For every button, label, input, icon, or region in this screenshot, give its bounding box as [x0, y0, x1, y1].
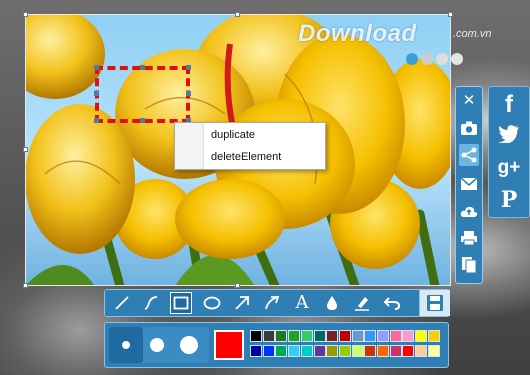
google-plus-icon[interactable]: g+	[489, 157, 529, 179]
undo-icon[interactable]	[381, 292, 403, 314]
watermark-dot	[451, 53, 463, 65]
watermark-text: Download	[298, 20, 417, 47]
color-swatch[interactable]	[275, 345, 288, 357]
curve-tool-icon[interactable]	[140, 292, 162, 314]
color-swatch[interactable]	[402, 345, 415, 357]
line-tool-icon[interactable]	[111, 292, 133, 314]
text-tool-icon[interactable]: A	[291, 292, 313, 314]
ellipse-tool-icon[interactable]	[201, 292, 223, 314]
watermark-domain: .com.vn	[453, 28, 492, 40]
color-swatch[interactable]	[338, 330, 351, 342]
color-swatch[interactable]	[389, 345, 402, 357]
drawn-rectangle[interactable]	[94, 65, 191, 123]
facebook-icon[interactable]: f	[489, 91, 529, 119]
brush-size-large[interactable]	[180, 336, 198, 354]
color-swatch[interactable]	[313, 330, 326, 342]
blur-drop-tool-icon[interactable]	[321, 292, 343, 314]
color-swatch[interactable]	[250, 345, 262, 357]
pinterest-icon[interactable]: P	[489, 187, 529, 213]
color-swatch[interactable]	[326, 330, 339, 342]
resize-handle[interactable]	[23, 147, 28, 152]
email-icon[interactable]	[459, 173, 479, 195]
arrow-tool-icon[interactable]	[231, 292, 253, 314]
color-swatch[interactable]	[262, 345, 275, 357]
save-button[interactable]	[419, 290, 450, 316]
rect-handle[interactable]	[94, 118, 99, 123]
rect-handle[interactable]	[94, 91, 99, 96]
rect-handle[interactable]	[186, 65, 191, 70]
copy-icon[interactable]	[459, 254, 479, 276]
color-swatch[interactable]	[288, 330, 301, 342]
upload-cloud-icon[interactable]	[459, 200, 479, 222]
share-panel: f g+ P	[488, 86, 530, 218]
menu-item-duplicate[interactable]: duplicate	[211, 129, 255, 141]
brush-size-medium[interactable]	[150, 338, 164, 352]
color-swatch[interactable]	[427, 345, 440, 357]
color-swatch[interactable]	[300, 345, 313, 357]
color-swatch[interactable]	[364, 345, 377, 357]
rect-handle[interactable]	[140, 65, 145, 70]
brush-size-small[interactable]	[122, 341, 130, 349]
color-swatch[interactable]	[338, 345, 351, 357]
rect-handle[interactable]	[186, 91, 191, 96]
color-swatch[interactable]	[377, 345, 389, 357]
resize-handle[interactable]	[235, 12, 240, 17]
watermark-dot	[406, 53, 418, 65]
watermark-dot	[436, 53, 448, 65]
color-swatch[interactable]	[377, 330, 389, 342]
color-swatch[interactable]	[300, 330, 313, 342]
color-swatch[interactable]	[351, 345, 364, 357]
side-toolbar: ✕	[455, 86, 483, 284]
camera-icon[interactable]	[459, 117, 479, 139]
color-swatch[interactable]	[288, 345, 301, 357]
color-swatch[interactable]	[326, 345, 339, 357]
color-swatch[interactable]	[389, 330, 402, 342]
color-swatch[interactable]	[415, 345, 428, 357]
resize-handle[interactable]	[23, 283, 28, 288]
watermark-dot	[421, 53, 433, 65]
color-swatch[interactable]	[275, 330, 288, 342]
current-color-swatch[interactable]	[214, 330, 244, 360]
resize-handle[interactable]	[448, 12, 453, 17]
print-icon[interactable]	[459, 227, 479, 249]
menu-gutter	[175, 123, 204, 169]
color-palette	[104, 322, 449, 368]
color-swatch[interactable]	[262, 330, 275, 342]
menu-item-delete-element[interactable]: deleteElement	[211, 151, 281, 163]
rect-handle[interactable]	[140, 118, 145, 123]
marker-tool-icon[interactable]	[351, 292, 373, 314]
color-swatch[interactable]	[415, 330, 428, 342]
save-icon	[427, 295, 443, 311]
color-swatch[interactable]	[313, 345, 326, 357]
close-icon[interactable]: ✕	[459, 90, 479, 112]
resize-handle[interactable]	[23, 12, 28, 17]
color-swatches	[250, 330, 442, 360]
color-swatch[interactable]	[351, 330, 364, 342]
color-swatch[interactable]	[402, 330, 415, 342]
curved-arrow-tool-icon[interactable]	[261, 292, 283, 314]
rectangle-tool-icon[interactable]	[170, 292, 192, 314]
rect-handle[interactable]	[94, 65, 99, 70]
draw-toolbar: A	[104, 289, 450, 317]
watermark-dots	[406, 52, 466, 70]
context-menu: duplicate deleteElement	[174, 122, 326, 170]
resize-handle[interactable]	[235, 283, 240, 288]
color-swatch[interactable]	[427, 330, 440, 342]
color-swatch[interactable]	[250, 330, 262, 342]
share-icon[interactable]	[459, 144, 479, 166]
color-swatch[interactable]	[364, 330, 377, 342]
twitter-icon[interactable]	[489, 125, 529, 147]
